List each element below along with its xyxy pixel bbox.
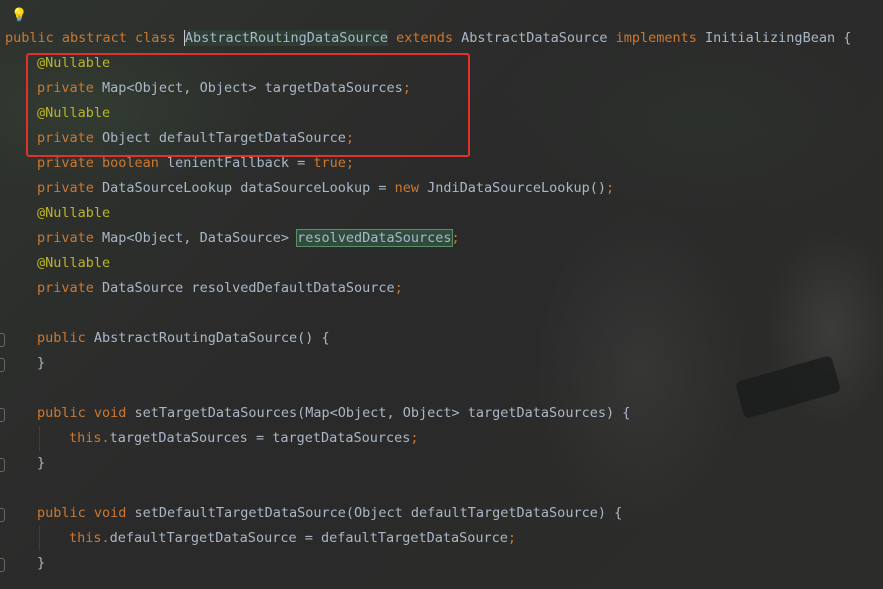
code-token: } bbox=[37, 355, 46, 371]
code-line[interactable]: private DataSourceLookup dataSourceLooku… bbox=[0, 176, 883, 201]
annotation-highlight-box bbox=[26, 53, 470, 157]
code-token: DataSource resolvedDefaultDataSource bbox=[102, 280, 395, 296]
code-token: private bbox=[37, 180, 103, 196]
code-token: private bbox=[37, 280, 103, 296]
fold-marker-icon[interactable] bbox=[0, 333, 5, 347]
code-token: lenientFallback = bbox=[167, 155, 314, 171]
code-token: AbstractDataSource bbox=[461, 30, 608, 46]
code-token: implements bbox=[607, 30, 706, 46]
fold-marker-icon[interactable] bbox=[0, 458, 5, 472]
fold-marker-icon[interactable] bbox=[0, 508, 5, 522]
code-token: AbstractRoutingDataSource() { bbox=[93, 330, 330, 346]
code-token: ; bbox=[410, 430, 419, 446]
code-token: @Nullable bbox=[37, 205, 111, 221]
code-line[interactable]: public void setTargetDataSources(Map<Obj… bbox=[0, 401, 883, 426]
fold-marker-icon[interactable] bbox=[0, 408, 5, 422]
code-line[interactable] bbox=[0, 376, 883, 401]
code-line[interactable]: this.defaultTargetDataSource = defaultTa… bbox=[0, 526, 883, 551]
indent-guide bbox=[39, 426, 40, 451]
code-line[interactable]: public void setDefaultTargetDataSource(O… bbox=[0, 501, 883, 526]
code-token: setDefaultTargetDataSource(Object defaul… bbox=[134, 505, 623, 521]
code-line[interactable]: @Nullable bbox=[0, 201, 883, 226]
code-token: public void bbox=[37, 505, 135, 521]
code-token: private bbox=[37, 230, 103, 246]
code-token: private boolean bbox=[37, 155, 168, 171]
code-token: ; bbox=[394, 280, 403, 296]
code-token: ; bbox=[605, 180, 615, 196]
code-line[interactable]: this.targetDataSources = targetDataSourc… bbox=[0, 426, 883, 451]
code-token: extends bbox=[388, 30, 462, 46]
code-token: defaultTargetDataSource = defaultTargetD… bbox=[109, 530, 508, 546]
code-token: JndiDataSourceLookup() bbox=[427, 180, 606, 196]
code-line[interactable]: private Map<Object, DataSource> resolved… bbox=[0, 226, 883, 251]
code-line[interactable]: } bbox=[0, 351, 883, 376]
code-token: @Nullable bbox=[37, 255, 111, 271]
code-token: this. bbox=[69, 430, 110, 446]
code-token: public bbox=[37, 330, 94, 346]
code-token: targetDataSources = targetDataSources bbox=[109, 430, 411, 446]
code-line[interactable]: private DataSource resolvedDefaultDataSo… bbox=[0, 276, 883, 301]
code-line[interactable] bbox=[0, 476, 883, 501]
code-token: new bbox=[394, 180, 428, 196]
code-token: this. bbox=[69, 530, 110, 546]
code-line[interactable]: } bbox=[0, 451, 883, 476]
indent-guide bbox=[39, 526, 40, 551]
code-token: } bbox=[37, 555, 46, 571]
code-token: } bbox=[37, 455, 46, 471]
code-line[interactable]: public abstract class AbstractRoutingDat… bbox=[0, 26, 883, 51]
code-token: setTargetDataSources(Map<Object, Object>… bbox=[134, 405, 631, 421]
code-token: ; bbox=[507, 530, 517, 546]
code-token: resolvedDataSources bbox=[296, 229, 453, 247]
code-token: ; bbox=[451, 230, 460, 246]
code-line[interactable]: @Nullable bbox=[0, 251, 883, 276]
lightbulb-icon[interactable]: 💡 bbox=[11, 8, 27, 24]
fold-marker-icon[interactable] bbox=[0, 358, 5, 372]
code-token: Map<Object, DataSource> bbox=[102, 230, 298, 246]
code-token: DataSourceLookup dataSourceLookup = bbox=[102, 180, 395, 196]
fold-marker-icon[interactable] bbox=[0, 558, 5, 572]
code-token: true; bbox=[313, 155, 354, 171]
code-line[interactable]: } bbox=[0, 551, 883, 576]
code-line[interactable]: public AbstractRoutingDataSource() { bbox=[0, 326, 883, 351]
code-token: InitializingBean { bbox=[705, 30, 852, 46]
code-token: AbstractRoutingDataSource bbox=[183, 30, 389, 46]
code-token: public abstract class bbox=[5, 30, 184, 46]
code-token: public void bbox=[37, 405, 135, 421]
code-line[interactable] bbox=[0, 301, 883, 326]
